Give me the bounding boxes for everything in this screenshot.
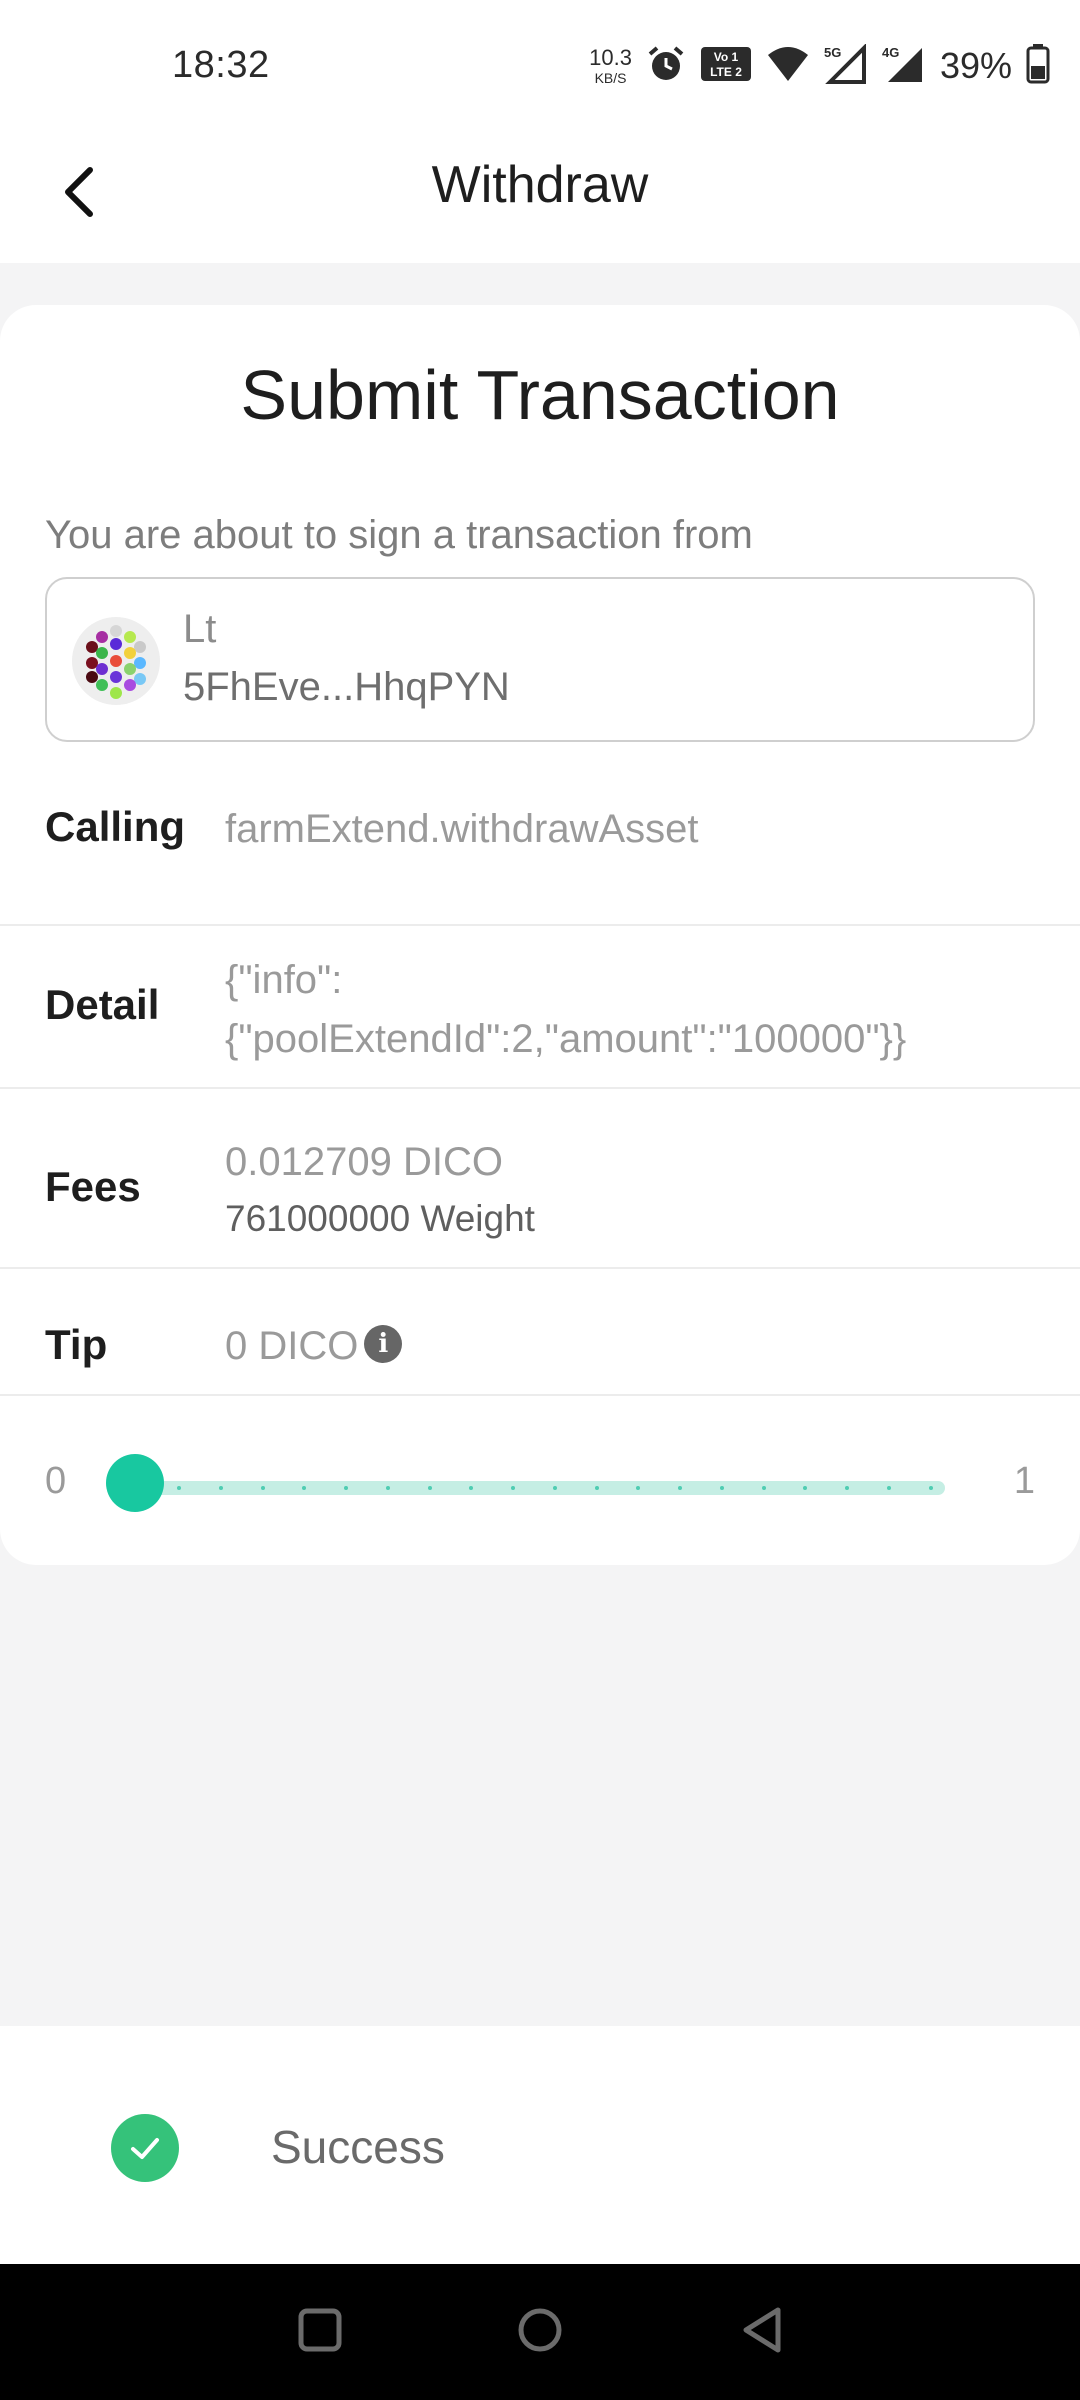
transaction-card: Submit Transaction You are about to sign… — [0, 305, 1080, 1565]
account-identicon — [72, 617, 160, 705]
signal-4g-icon: 4G — [882, 44, 926, 89]
network-speed-unit: KB/S — [594, 70, 627, 86]
home-button[interactable] — [510, 2302, 570, 2362]
divider — [0, 1394, 1080, 1396]
detail-label: Detail — [45, 981, 160, 1028]
detail-line-2: {"poolExtendId":2,"amount":"100000"}} — [225, 1017, 907, 1062]
calling-value: farmExtend.withdrawAsset — [225, 807, 699, 851]
account-name: Lt — [183, 607, 217, 651]
divider — [0, 924, 1080, 926]
svg-text:LTE 2: LTE 2 — [710, 65, 742, 79]
success-toast: Success — [0, 2026, 1080, 2264]
detail-value: {"info": {"poolExtendId":2,"amount":"100… — [225, 951, 906, 1069]
circle-icon — [516, 2306, 564, 2359]
fees-amount: 0.012709 DICO — [225, 1140, 503, 1184]
system-nav-bar — [0, 2264, 1080, 2400]
system-back-button[interactable] — [732, 2302, 792, 2362]
account-address: 5FhEve...HhqPYN — [183, 665, 510, 709]
tip-amount: 0 DICO — [225, 1324, 359, 1368]
alarm-icon — [646, 44, 686, 89]
success-message: Success — [271, 2121, 445, 2173]
sign-intro-text: You are about to sign a transaction from — [45, 513, 753, 557]
fees-value: 0.012709 DICO 761000000 Weight — [225, 1133, 535, 1247]
info-icon[interactable]: i — [364, 1325, 403, 1364]
recents-button[interactable] — [290, 2302, 350, 2362]
svg-text:Vo 1: Vo 1 — [714, 50, 739, 64]
page-title: Withdraw — [431, 156, 649, 214]
status-icons: 10.3 KB/S Vo 1 LTE 2 5G 4G 39% — [589, 40, 1050, 92]
fees-weight: 761000000 Weight — [225, 1198, 535, 1240]
triangle-back-icon — [738, 2305, 786, 2360]
volte-icon: Vo 1 LTE 2 — [700, 46, 752, 87]
tip-value: 0 DICO i — [225, 1317, 403, 1376]
detail-line-1: {"info": — [225, 958, 343, 1002]
check-circle-icon — [111, 2114, 179, 2182]
signal-5g-icon: 5G — [824, 42, 868, 89]
tip-label: Tip — [45, 1321, 108, 1368]
tip-slider-ticks — [135, 1486, 945, 1490]
svg-text:5G: 5G — [824, 45, 841, 60]
tip-slider-thumb[interactable] — [106, 1454, 164, 1512]
status-time: 18:32 — [172, 44, 270, 86]
account-selector[interactable]: Lt 5FhEve...HhqPYN — [45, 577, 1035, 742]
tip-slider-min: 0 — [45, 1460, 67, 1502]
square-icon — [297, 2307, 343, 2358]
battery-icon — [1026, 43, 1050, 89]
app-header: Withdraw — [0, 135, 1080, 263]
network-speed-value: 10.3 — [589, 45, 632, 70]
network-speed: 10.3 KB/S — [589, 45, 632, 86]
fees-label: Fees — [45, 1163, 141, 1210]
tip-slider-max: 1 — [1013, 1460, 1035, 1502]
battery-percent: 39% — [939, 45, 1012, 86]
svg-text:4G: 4G — [882, 45, 899, 60]
divider — [0, 1267, 1080, 1269]
card-title: Submit Transaction — [240, 356, 840, 434]
divider — [0, 1087, 1080, 1089]
wifi-icon — [766, 45, 810, 88]
status-bar: 18:32 10.3 KB/S Vo 1 LTE 2 5G 4G 39% — [0, 0, 1080, 135]
tip-slider-track[interactable] — [135, 1481, 945, 1495]
calling-label: Calling — [45, 803, 186, 850]
